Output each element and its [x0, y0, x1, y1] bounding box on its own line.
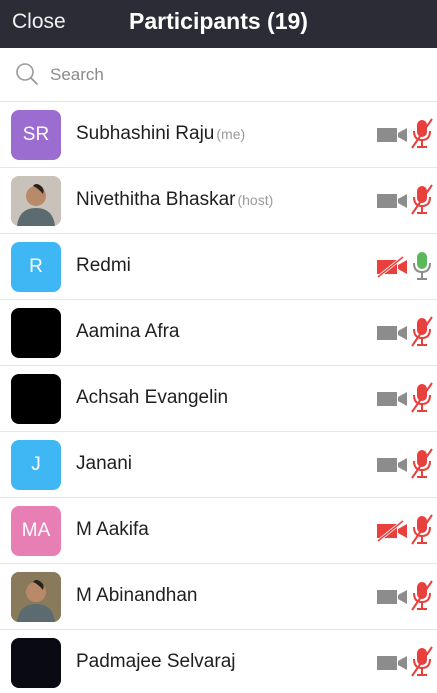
- participant-row[interactable]: Nivethitha Bhaskar (host): [0, 168, 437, 234]
- participant-row[interactable]: M Abinandhan: [0, 564, 437, 630]
- participant-list: SR Subhashini Raju (me) Nivethitha Bhaskar(…: [0, 102, 437, 693]
- participant-name-text: Janani: [76, 453, 132, 474]
- participant-name-text: Padmajee Selvaraj: [76, 651, 236, 672]
- role-tag: (host): [237, 192, 274, 208]
- avatar: [11, 308, 61, 358]
- mic-muted-icon: [411, 448, 433, 479]
- mic-muted-icon: [411, 316, 433, 347]
- avatar: [11, 374, 61, 424]
- avatar: [11, 572, 61, 622]
- mic-muted-icon: [411, 580, 433, 611]
- participant-row[interactable]: Padmajee Selvaraj: [0, 630, 437, 693]
- participant-name-text: Aamina Afra: [76, 321, 180, 342]
- participant-name-text: M Aakifa: [76, 519, 149, 540]
- participant-row[interactable]: R Redmi: [0, 234, 437, 300]
- participant-name: Janani: [76, 453, 132, 475]
- participant-name-text: Subhashini Raju: [76, 123, 215, 144]
- mic-muted-icon: [411, 514, 433, 545]
- profile-photo-icon: [11, 572, 61, 622]
- video-icon: [377, 392, 407, 406]
- participant-row[interactable]: MA M Aakifa: [0, 498, 437, 564]
- participant-name: M Aakifa: [76, 519, 149, 541]
- role-tag: (me): [216, 126, 246, 142]
- avatar: J: [11, 440, 61, 490]
- search-bar: [0, 48, 437, 102]
- participant-row[interactable]: Achsah Evangelin: [0, 366, 437, 432]
- participant-row[interactable]: SR Subhashini Raju (me): [0, 102, 437, 168]
- participant-name: Achsah Evangelin: [76, 387, 228, 409]
- video-icon: [377, 590, 407, 604]
- video-icon: [377, 128, 407, 142]
- avatar: MA: [11, 506, 61, 556]
- header-bar: Close Participants (19): [0, 0, 437, 48]
- video-icon: [377, 326, 407, 340]
- video-off-icon: [377, 256, 407, 278]
- mic-muted-icon: [411, 382, 433, 413]
- participant-name-text: Achsah Evangelin: [76, 387, 229, 408]
- mic-icon: [413, 252, 431, 280]
- avatar: [11, 638, 61, 688]
- participant-name-text: Redmi: [76, 255, 131, 276]
- mic-muted-icon: [411, 184, 433, 215]
- participant-name: Aamina Afra: [76, 321, 180, 343]
- participant-name: Nivethitha Bhaskar (host): [76, 189, 273, 211]
- video-icon: [377, 656, 407, 670]
- avatar: SR: [11, 110, 61, 160]
- avatar: [11, 176, 61, 226]
- page-title: Participants (19): [129, 8, 308, 34]
- avatar: R: [11, 242, 61, 292]
- participant-name: Subhashini Raju (me): [76, 123, 245, 145]
- participant-name: Redmi: [76, 255, 131, 277]
- mic-muted-icon: [411, 118, 433, 149]
- participant-name-text: Nivethitha Bhaskar: [76, 189, 236, 210]
- video-off-icon: [377, 520, 407, 542]
- search-icon: [16, 63, 38, 85]
- search-input[interactable]: [50, 62, 420, 88]
- participant-row[interactable]: Aamina Afra: [0, 300, 437, 366]
- video-icon: [377, 194, 407, 208]
- video-icon: [377, 458, 407, 472]
- profile-photo-icon: [11, 176, 61, 226]
- participant-name: M Abinandhan: [76, 585, 198, 607]
- participant-row[interactable]: J Janani: [0, 432, 437, 498]
- mic-muted-icon: [411, 646, 433, 677]
- participant-name-text: M Abinandhan: [76, 585, 198, 606]
- participant-name: Padmajee Selvaraj: [76, 651, 235, 673]
